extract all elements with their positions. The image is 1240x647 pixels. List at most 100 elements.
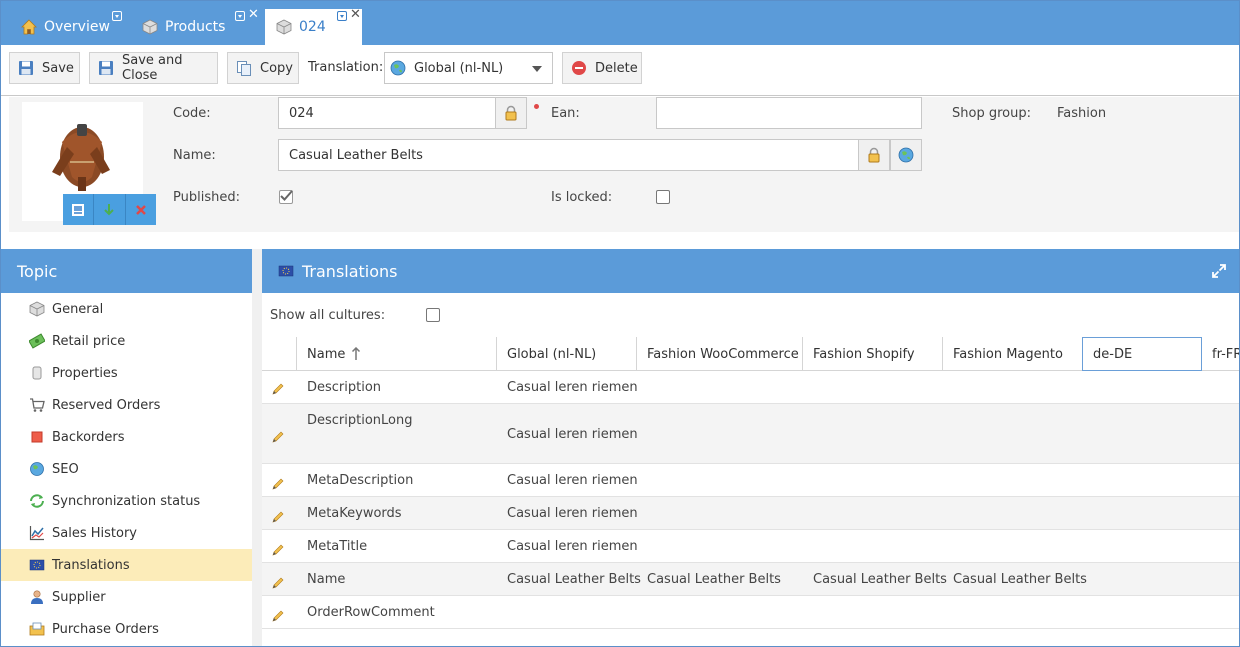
image-remove-icon[interactable] xyxy=(126,194,156,225)
cube-icon xyxy=(142,19,158,35)
topic-item-supplier[interactable]: Supplier xyxy=(1,581,252,613)
app-window: Overview Products ✕ 024 ✕ Save Save and … xyxy=(0,0,1240,647)
tab-products-label: Products xyxy=(165,19,226,35)
column-header-de-de[interactable]: de-DE xyxy=(1082,337,1202,371)
translations-title: Translations xyxy=(302,261,398,281)
tab-overview-label: Overview xyxy=(44,19,110,35)
table-row[interactable]: MetaTitle Casual leren riemen xyxy=(262,530,1239,563)
save-and-close-button[interactable]: Save and Close xyxy=(89,52,218,84)
column-header-woocommerce[interactable]: Fashion WooCommerce xyxy=(636,337,802,371)
topic-item-label: Translations xyxy=(52,557,130,573)
money-icon xyxy=(28,333,46,349)
tab-overview[interactable]: Overview xyxy=(21,9,110,45)
table-row[interactable]: MetaDescription Casual leren riemen xyxy=(262,464,1239,497)
published-checkbox[interactable] xyxy=(279,190,293,204)
pencil-icon[interactable] xyxy=(271,609,285,623)
row-global: Casual leren riemen xyxy=(507,506,638,521)
code-lock-icon[interactable] xyxy=(495,97,527,129)
expand-icon[interactable] xyxy=(1211,263,1227,279)
topic-item-reserved-orders[interactable]: Reserved Orders xyxy=(1,389,252,421)
table-row[interactable]: DescriptionLong Casual leren riemen xyxy=(262,404,1239,464)
tab-024-menu-icon[interactable] xyxy=(337,11,347,24)
column-header-shopify[interactable]: Fashion Shopify xyxy=(802,337,942,371)
is-locked-checkbox[interactable] xyxy=(656,190,670,204)
topic-item-purchase-orders[interactable]: Purchase Orders xyxy=(1,613,252,645)
globe-icon xyxy=(29,461,45,477)
chart-icon xyxy=(29,525,45,541)
table-row[interactable]: Description Casual leren riemen xyxy=(262,371,1239,404)
column-header-name[interactable]: Name xyxy=(296,337,496,371)
tab-products-close-icon[interactable]: ✕ xyxy=(248,8,259,21)
code-field[interactable]: 024 xyxy=(278,97,496,129)
pencil-icon[interactable] xyxy=(271,382,285,396)
topic-item-label: SEO xyxy=(52,461,79,477)
topic-item-backorders[interactable]: Backorders xyxy=(1,421,252,453)
delete-label: Delete xyxy=(595,60,638,76)
pencil-icon[interactable] xyxy=(271,576,285,590)
image-download-icon[interactable] xyxy=(94,194,126,225)
save-label: Save xyxy=(42,60,74,76)
topic-item-label: Sales History xyxy=(52,525,137,541)
topic-item-label: Properties xyxy=(52,365,118,381)
show-all-cultures-label: Show all cultures: xyxy=(270,308,386,323)
row-magento: Casual Leather Belts xyxy=(953,572,1087,587)
topic-item-translations[interactable]: Translations xyxy=(1,549,252,581)
column-header-magento[interactable]: Fashion Magento xyxy=(942,337,1082,371)
ean-label: Ean: xyxy=(551,106,580,121)
copy-label: Copy xyxy=(260,60,293,76)
topic-item-sales-history[interactable]: Sales History xyxy=(1,517,252,549)
topic-item-label: Supplier xyxy=(52,589,106,605)
globe-icon xyxy=(390,60,406,76)
row-woocommerce: Casual Leather Belts xyxy=(647,572,781,587)
save-and-close-label: Save and Close xyxy=(122,53,183,83)
panel-divider[interactable] xyxy=(252,249,262,646)
save-button[interactable]: Save xyxy=(9,52,80,84)
name-translate-globe-icon[interactable] xyxy=(890,139,922,171)
shop-group-value: Fashion xyxy=(1057,106,1107,121)
purchase-icon xyxy=(29,621,45,637)
name-lock-icon[interactable] xyxy=(858,139,890,171)
table-row[interactable]: Name Casual Leather Belts Casual Leather… xyxy=(262,563,1239,596)
tab-overview-menu-icon[interactable] xyxy=(112,11,122,24)
grid-header: Name Global (nl-NL) Fashion WooCommerce … xyxy=(262,337,1239,371)
pencil-icon[interactable] xyxy=(271,430,285,444)
row-global: Casual leren riemen xyxy=(507,380,638,395)
show-all-cultures-checkbox[interactable] xyxy=(426,308,440,322)
published-label: Published: xyxy=(173,190,240,205)
pencil-icon[interactable] xyxy=(271,543,285,557)
copy-icon xyxy=(236,60,252,76)
tab-products-menu-icon[interactable] xyxy=(235,11,245,24)
row-name: OrderRowComment xyxy=(307,605,435,620)
table-row[interactable]: MetaKeywords Casual leren riemen xyxy=(262,497,1239,530)
topic-item-retail-price[interactable]: Retail price xyxy=(1,325,252,357)
translation-select[interactable]: Global (nl-NL) xyxy=(384,52,553,84)
image-upload-icon[interactable] xyxy=(63,194,95,225)
pencil-icon[interactable] xyxy=(271,510,285,524)
row-name: Description xyxy=(307,380,382,395)
delete-button[interactable]: Delete xyxy=(562,52,642,84)
topic-item-synchronization-status[interactable]: Synchronization status xyxy=(1,485,252,517)
topic-item-label: Purchase Orders xyxy=(52,621,159,637)
table-row[interactable]: OrderRowComment xyxy=(262,596,1239,629)
product-header: Code: 024 Ean: Shop group: Fashion Name:… xyxy=(9,97,1239,232)
sync-icon xyxy=(29,493,45,509)
column-header-fr-fr[interactable]: fr-FR xyxy=(1202,337,1239,371)
translation-label: Translation: xyxy=(308,60,384,75)
topic-item-general[interactable]: General xyxy=(1,293,252,325)
topic-item-seo[interactable]: SEO xyxy=(1,453,252,485)
code-label: Code: xyxy=(173,106,211,121)
cart-icon xyxy=(29,397,45,413)
topic-item-label: Reserved Orders xyxy=(52,397,161,413)
toolbar: Save Save and Close Copy Translation: Gl… xyxy=(1,45,1239,96)
copy-button[interactable]: Copy xyxy=(227,52,299,84)
name-field[interactable]: Casual Leather Belts xyxy=(278,139,859,171)
ean-field[interactable] xyxy=(656,97,922,129)
tab-products[interactable]: Products xyxy=(142,9,225,45)
tab-024-close-icon[interactable]: ✕ xyxy=(350,8,361,21)
topic-panel: Topic General Retail price Properties Re… xyxy=(1,249,252,646)
tab-024[interactable]: 024 ✕ xyxy=(265,8,362,45)
topic-item-properties[interactable]: Properties xyxy=(1,357,252,389)
topic-item-label: Backorders xyxy=(52,429,125,445)
column-header-global[interactable]: Global (nl-NL) xyxy=(496,337,636,371)
pencil-icon[interactable] xyxy=(271,477,285,491)
